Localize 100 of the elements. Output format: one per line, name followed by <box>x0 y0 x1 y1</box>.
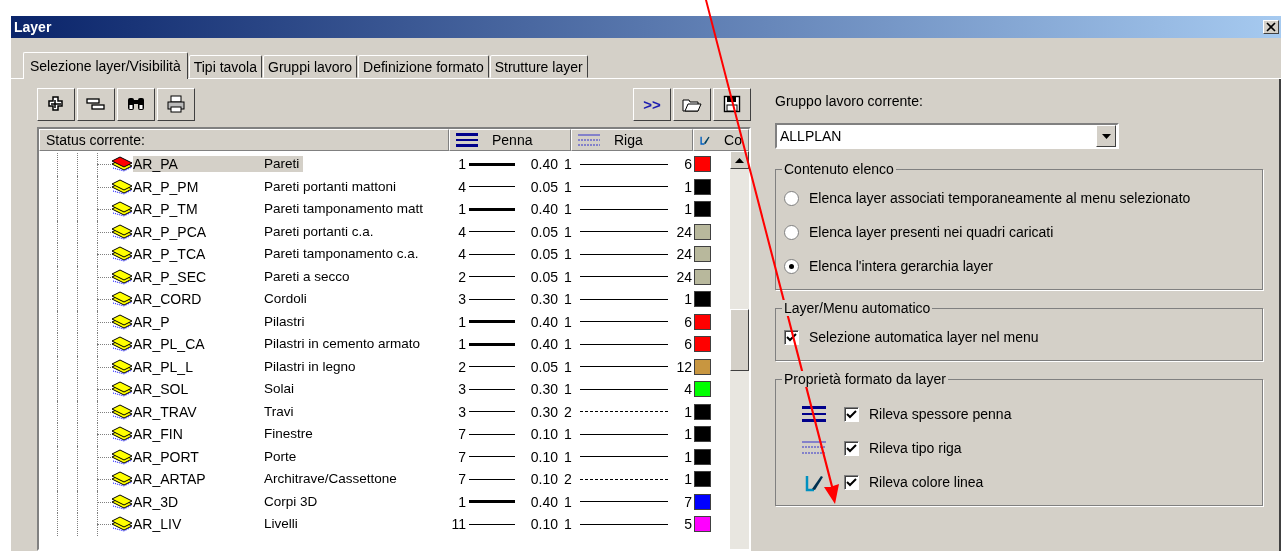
expand-button[interactable]: >> <box>633 87 671 121</box>
pen-thickness: 0.30 <box>529 403 558 420</box>
layer-name[interactable]: AR_PL_CA <box>133 336 264 353</box>
folder-icon <box>682 96 702 112</box>
group-title: Contenuto elenco <box>782 161 896 177</box>
pen-number: 2 <box>457 268 466 285</box>
pen-number: 7 <box>457 426 466 443</box>
pen-thickness: 0.10 <box>529 448 558 465</box>
line-type-number: 1 <box>563 246 573 263</box>
layer-name[interactable]: AR_TRAV <box>133 403 264 420</box>
close-button[interactable] <box>1263 20 1279 34</box>
layer-name[interactable]: AR_P_TM <box>133 201 264 218</box>
tab[interactable]: Gruppi lavoro <box>263 55 358 78</box>
pen-number: 1 <box>457 313 466 330</box>
checkbox[interactable] <box>844 406 859 422</box>
color-number: 5 <box>683 516 692 533</box>
layer-description: Pilastri in cemento armato <box>264 336 421 353</box>
checkbox[interactable] <box>844 474 859 490</box>
column-header[interactable]: Co <box>693 129 749 151</box>
line-type-number: 1 <box>563 516 573 533</box>
color-number: 24 <box>675 223 692 240</box>
radio-option[interactable]: Elenca layer presenti nei quadri caricati <box>784 215 1254 249</box>
color-number: 1 <box>683 178 692 195</box>
color-number: 6 <box>683 336 692 353</box>
color-number: 24 <box>675 268 692 285</box>
pen-number: 2 <box>457 358 466 375</box>
layer-description: Travi <box>264 403 294 420</box>
save-button[interactable] <box>713 87 751 121</box>
tab[interactable]: Strutture layer <box>489 55 588 78</box>
line-type-number: 1 <box>563 178 573 195</box>
line-type-number: 1 <box>563 358 573 375</box>
layer-description: Pareti <box>264 156 304 173</box>
radio-button[interactable] <box>784 224 799 240</box>
dropdown-button[interactable] <box>1096 125 1116 147</box>
group-title: Proprietà formato da layer <box>782 371 948 387</box>
pen-number: 1 <box>457 493 466 510</box>
color-number: 1 <box>683 291 692 308</box>
open-button[interactable] <box>673 87 711 121</box>
pen-thickness: 0.10 <box>529 471 558 488</box>
line-type-number: 1 <box>563 381 573 398</box>
layer-name[interactable]: AR_P_SEC <box>133 268 264 285</box>
layer-name[interactable]: AR_CORD <box>133 291 264 308</box>
search-button[interactable] <box>117 87 155 121</box>
line-type-number: 1 <box>563 426 573 443</box>
tab[interactable]: Tipi tavola <box>188 55 262 78</box>
pen-thickness: 0.05 <box>529 268 558 285</box>
pen-thickness: 0.30 <box>529 291 558 308</box>
radio-button[interactable] <box>784 190 799 206</box>
radio-option[interactable]: Elenca l'intera gerarchia layer <box>784 249 1254 283</box>
color-number: 7 <box>683 493 692 510</box>
layer-description: Pareti portanti c.a. <box>264 223 374 240</box>
pen-thickness: 0.05 <box>529 223 558 240</box>
layer-name[interactable]: AR_P_TCA <box>133 246 264 263</box>
tab[interactable]: Definizione formato <box>358 55 489 78</box>
checkbox-option[interactable]: Rileva colore linea <box>844 465 984 499</box>
layer-name[interactable]: AR_ARTAP <box>133 471 264 488</box>
pen-number: 4 <box>457 223 466 240</box>
layer-name[interactable]: AR_FIN <box>133 426 264 443</box>
layer-description: Corpi 3D <box>264 493 318 510</box>
layer-name[interactable]: AR_LIV <box>133 516 264 533</box>
work-group-dropdown[interactable]: ALLPLAN <box>775 123 1119 149</box>
layer-name[interactable]: AR_PL_L <box>133 358 264 375</box>
layers-button[interactable] <box>77 87 115 121</box>
tab[interactable]: Selezione layer/Visibilità <box>23 52 188 79</box>
radio-option[interactable]: Elenca layer associati temporaneamente al menu selezionato <box>784 181 1254 215</box>
layer-name[interactable]: AR_P_PCA <box>133 223 264 240</box>
column-header[interactable]: Status corrente: <box>39 129 449 151</box>
layer-name[interactable]: AR_PA <box>133 156 264 173</box>
radio-button[interactable] <box>784 258 799 274</box>
layer-name[interactable]: AR_P_PM <box>133 178 264 195</box>
pen-thickness: 0.40 <box>529 336 558 353</box>
line-type-number: 1 <box>563 313 573 330</box>
pen-thickness: 0.40 <box>529 156 558 173</box>
layer-name[interactable]: AR_PORT <box>133 448 264 465</box>
line-type-number: 1 <box>563 268 573 285</box>
new-layer-button[interactable] <box>37 87 75 121</box>
printer-icon <box>166 95 186 113</box>
checkbox-option[interactable]: Rileva tipo riga <box>844 431 962 465</box>
pen-number: 4 <box>457 246 466 263</box>
scrollbar-thumb[interactable] <box>730 309 749 371</box>
pen-thickness: 0.30 <box>529 381 558 398</box>
column-header[interactable]: Penna <box>449 129 571 151</box>
pen-number: 3 <box>457 381 466 398</box>
column-header[interactable]: Riga <box>571 129 693 151</box>
layer-name[interactable]: AR_SOL <box>133 381 264 398</box>
pen-number: 1 <box>457 201 466 218</box>
print-button[interactable] <box>157 87 195 121</box>
layer-name[interactable]: AR_P <box>133 313 264 330</box>
color-number: 12 <box>675 358 692 375</box>
pen-thickness-icon <box>802 405 826 423</box>
line-type-number: 1 <box>563 201 573 218</box>
line-type-number: 2 <box>563 403 573 420</box>
pen-thickness: 0.05 <box>529 358 558 375</box>
layer-name[interactable]: AR_3D <box>133 493 264 510</box>
checkbox[interactable] <box>844 440 859 456</box>
color-number: 24 <box>675 246 692 263</box>
checkbox-option[interactable]: Rileva spessore penna <box>844 397 1012 431</box>
pen-thickness: 0.10 <box>529 516 558 533</box>
pen-thickness: 0.40 <box>529 313 558 330</box>
line-type-icon <box>578 133 600 147</box>
